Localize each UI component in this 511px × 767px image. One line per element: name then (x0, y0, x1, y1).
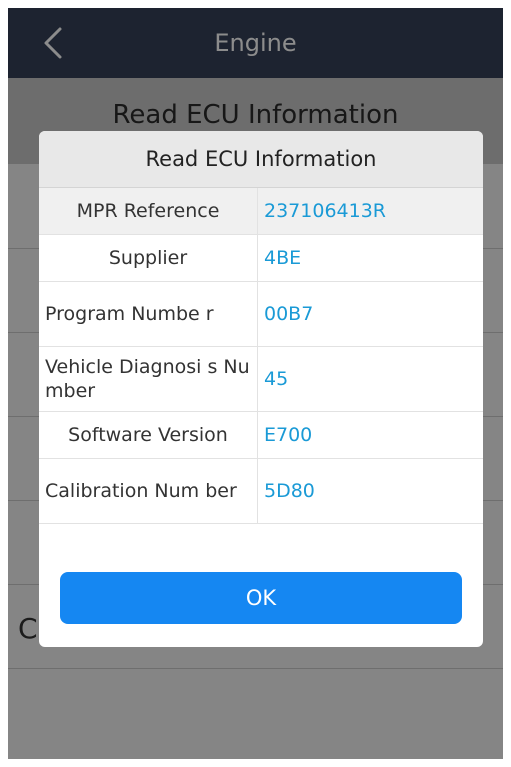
ok-button[interactable]: OK (60, 572, 462, 624)
app-screen: Engine Read ECU Information C g pp r Rea… (8, 8, 503, 759)
row-label: Calibration Num ber (39, 458, 258, 524)
dialog-title: Read ECU Information (39, 131, 483, 188)
row-value: 237106413R (257, 188, 483, 235)
row-value: 5D80 (257, 458, 483, 524)
ecu-info-table: MPR Reference 237106413R Supplier 4BE Pr… (39, 188, 483, 524)
row-value: 00B7 (257, 281, 483, 347)
table-row: Program Numbe r 00B7 (39, 281, 483, 347)
row-label: MPR Reference (39, 188, 258, 235)
row-value: 45 (257, 346, 483, 412)
row-value: E700 (257, 411, 483, 459)
row-label: Software Version (39, 411, 258, 459)
row-value: 4BE (257, 234, 483, 282)
table-row: Calibration Num ber 5D80 (39, 458, 483, 524)
table-row: MPR Reference 237106413R (39, 188, 483, 235)
table-row: Vehicle Diagnosi s Number 45 (39, 346, 483, 412)
ecu-info-dialog: Read ECU Information MPR Reference 23710… (39, 131, 483, 647)
table-row: Software Version E700 (39, 411, 483, 459)
table-row: Supplier 4BE (39, 234, 483, 282)
row-label: Supplier (39, 234, 258, 282)
row-label: Vehicle Diagnosi s Number (39, 346, 258, 412)
row-label: Program Numbe r (39, 281, 258, 347)
